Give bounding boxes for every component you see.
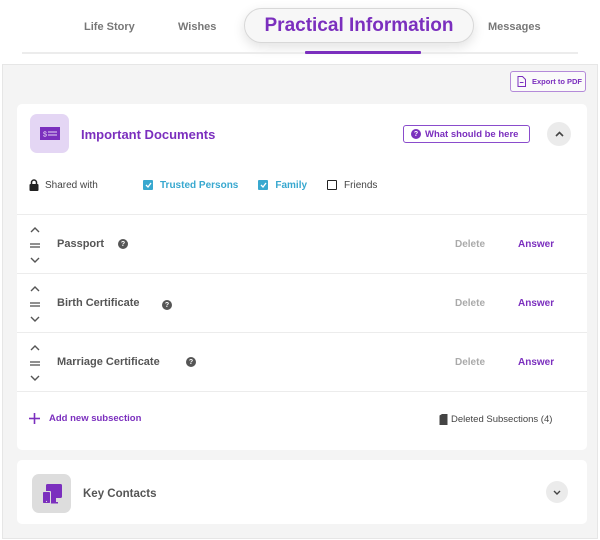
collapse-section-button[interactable] bbox=[547, 122, 571, 146]
devices-icon bbox=[32, 474, 71, 513]
tab-practical-information[interactable]: Practical Information bbox=[244, 8, 474, 43]
answer-button[interactable]: Answer bbox=[518, 357, 554, 368]
plus-icon bbox=[29, 413, 40, 424]
drag-handle-icon[interactable] bbox=[30, 301, 40, 307]
tab-life-story[interactable]: Life Story bbox=[84, 21, 135, 33]
reorder-handle[interactable] bbox=[28, 227, 42, 263]
move-down-icon[interactable] bbox=[30, 375, 40, 381]
checkbox-checked[interactable] bbox=[258, 180, 269, 190]
important-documents-section: $ Important Documents ? What should be h… bbox=[17, 104, 587, 450]
share-option-family[interactable]: Family bbox=[258, 180, 307, 191]
move-up-icon[interactable] bbox=[30, 345, 40, 351]
question-icon[interactable]: ? bbox=[162, 300, 172, 310]
add-new-subsection-button[interactable]: Add new subsection bbox=[29, 413, 141, 424]
tab-practical-information-label: Practical Information bbox=[264, 14, 454, 36]
svg-text:$: $ bbox=[43, 132, 47, 139]
key-contacts-section: Key Contacts bbox=[17, 460, 587, 524]
checkbox-unchecked[interactable] bbox=[327, 180, 338, 190]
drag-handle-icon[interactable] bbox=[30, 360, 40, 366]
tab-wishes[interactable]: Wishes bbox=[178, 21, 216, 33]
id-card-icon: $ bbox=[30, 114, 69, 153]
delete-button[interactable]: Delete bbox=[455, 239, 485, 250]
chevron-down-icon bbox=[553, 490, 561, 495]
delete-button[interactable]: Delete bbox=[455, 298, 485, 309]
subsection-title: Marriage Certificate bbox=[57, 356, 160, 368]
subsection-row: Passport ? Delete Answer bbox=[17, 214, 587, 273]
expand-section-button[interactable] bbox=[546, 481, 568, 503]
add-new-subsection-label: Add new subsection bbox=[49, 413, 142, 424]
tab-messages[interactable]: Messages bbox=[488, 21, 541, 33]
check-icon bbox=[260, 182, 267, 188]
export-to-pdf-button[interactable]: Export to PDF bbox=[510, 71, 586, 92]
share-option-friends[interactable]: Friends bbox=[327, 180, 377, 191]
share-option-label: Trusted Persons bbox=[160, 179, 239, 191]
tab-bar: Life Story Wishes Practical Information … bbox=[0, 0, 600, 56]
move-up-icon[interactable] bbox=[30, 286, 40, 292]
question-icon[interactable]: ? bbox=[186, 357, 196, 367]
shared-with-row: Shared with Trusted Persons Family Frien… bbox=[29, 177, 397, 193]
move-down-icon[interactable] bbox=[30, 257, 40, 263]
trash-icon bbox=[439, 414, 448, 425]
share-option-label: Friends bbox=[344, 179, 378, 191]
subsection-row: Marriage Certificate ? Delete Answer bbox=[17, 332, 587, 391]
deleted-subsections-label: Deleted Subsections (4) bbox=[451, 414, 553, 425]
subsection-title: Passport bbox=[57, 238, 105, 250]
subsection-title: Birth Certificate bbox=[57, 297, 140, 309]
reorder-handle[interactable] bbox=[28, 286, 42, 322]
deleted-subsections-link[interactable]: Deleted Subsections (4) bbox=[439, 414, 552, 425]
move-up-icon[interactable] bbox=[30, 227, 40, 233]
reorder-handle[interactable] bbox=[28, 345, 42, 381]
lock-icon bbox=[29, 179, 39, 191]
checkbox-checked[interactable] bbox=[143, 180, 153, 190]
check-icon bbox=[145, 182, 152, 188]
subsection-row: Birth Certificate ? Delete Answer bbox=[17, 273, 587, 332]
delete-button[interactable]: Delete bbox=[455, 357, 485, 368]
divider bbox=[17, 391, 587, 392]
move-down-icon[interactable] bbox=[30, 316, 40, 322]
question-icon: ? bbox=[411, 129, 421, 139]
what-should-be-here-button[interactable]: ? What should be here bbox=[403, 125, 530, 143]
answer-button[interactable]: Answer bbox=[518, 239, 554, 250]
document-icon bbox=[517, 76, 526, 87]
active-tab-indicator bbox=[305, 51, 421, 54]
question-icon[interactable]: ? bbox=[118, 239, 128, 249]
tabs-divider bbox=[22, 52, 578, 54]
answer-button[interactable]: Answer bbox=[518, 298, 554, 309]
section-title: Key Contacts bbox=[83, 488, 157, 500]
chevron-up-icon bbox=[554, 131, 564, 137]
drag-handle-icon[interactable] bbox=[30, 242, 40, 248]
export-to-pdf-label: Export to PDF bbox=[532, 77, 582, 86]
share-option-trusted-persons[interactable]: Trusted Persons bbox=[143, 180, 238, 191]
section-title: Important Documents bbox=[81, 127, 216, 142]
what-should-be-here-label: What should be here bbox=[425, 128, 519, 140]
share-option-label: Family bbox=[275, 179, 308, 191]
shared-with-label: Shared with bbox=[45, 179, 98, 191]
